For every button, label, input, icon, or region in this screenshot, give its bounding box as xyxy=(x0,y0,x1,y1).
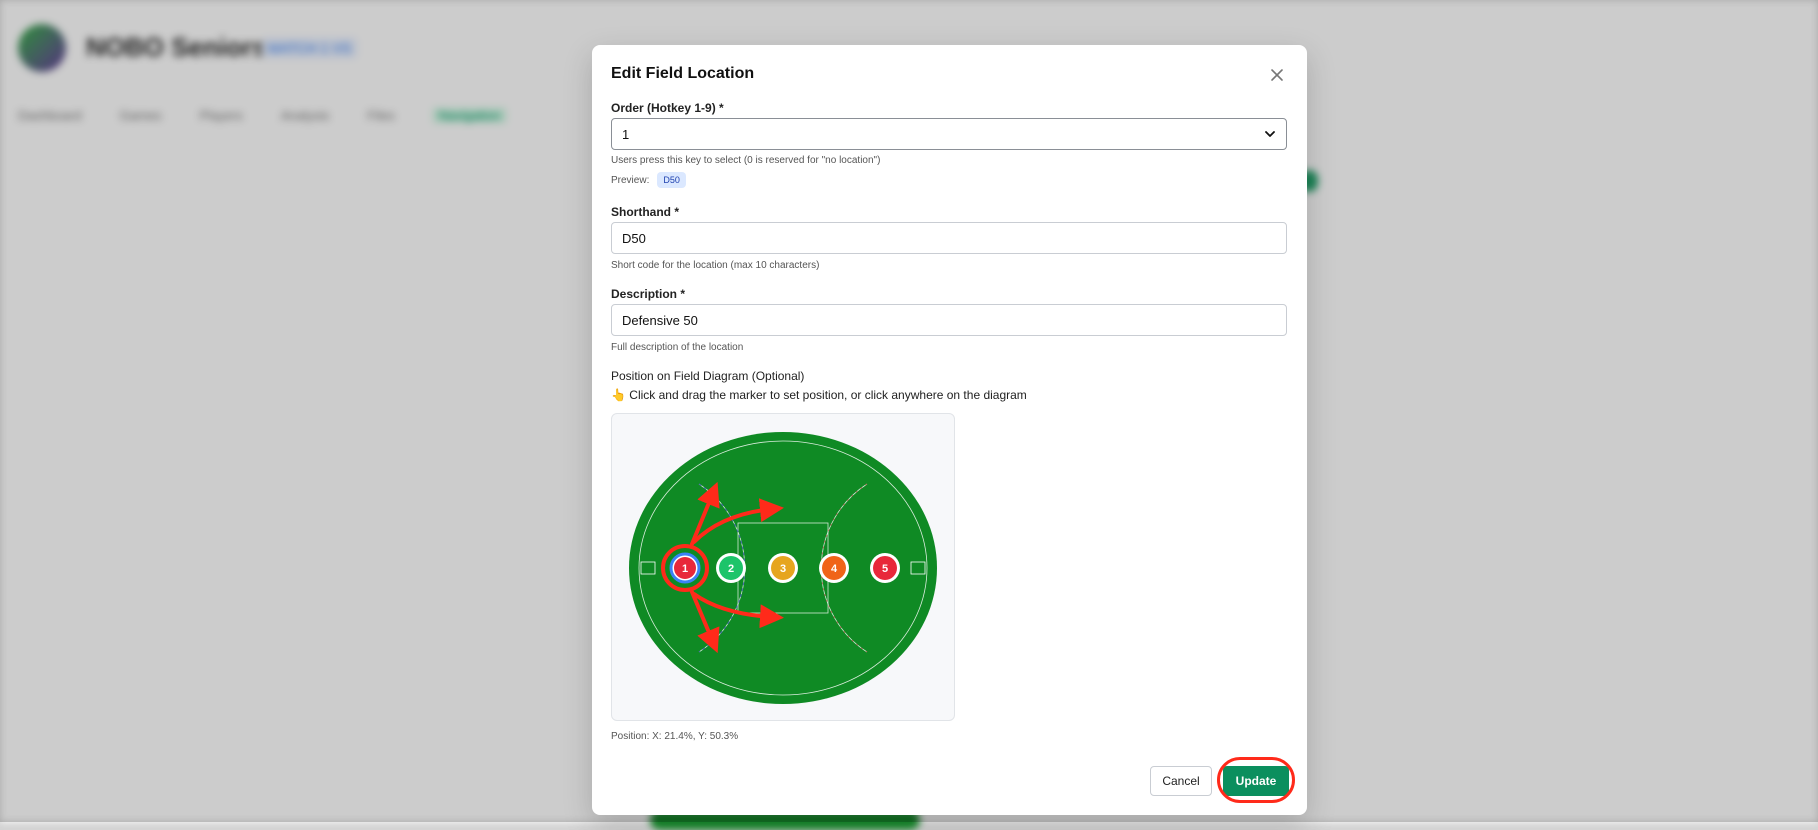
marker-label: 1 xyxy=(682,563,688,575)
order-label: Order (Hotkey 1-9) * xyxy=(611,101,724,115)
position-readout: Position: X: 21.4%, Y: 50.3% xyxy=(611,731,738,742)
order-select-value: 1 xyxy=(622,127,629,142)
close-icon xyxy=(1267,65,1287,85)
location-marker-2[interactable]: 2 xyxy=(716,553,746,583)
field-diagram-svg[interactable]: 1 2 3 4 5 xyxy=(612,414,956,722)
marker-label: 2 xyxy=(728,563,734,575)
chevron-down-icon xyxy=(1264,128,1276,140)
shorthand-input[interactable] xyxy=(611,222,1287,254)
preview-row: Preview: D50 xyxy=(611,172,686,188)
order-hint: Users press this key to select (0 is res… xyxy=(611,155,880,166)
location-marker-4[interactable]: 4 xyxy=(819,553,849,583)
location-marker-5[interactable]: 5 xyxy=(870,553,900,583)
location-marker-1[interactable]: 1 xyxy=(670,553,700,583)
modal-title: Edit Field Location xyxy=(611,65,754,83)
preview-badge: D50 xyxy=(657,172,686,188)
order-select[interactable]: 1 xyxy=(611,118,1287,150)
marker-label: 5 xyxy=(882,563,888,575)
diagram-label: Position on Field Diagram (Optional) xyxy=(611,369,804,383)
field-diagram[interactable]: 1 2 3 4 5 xyxy=(611,413,955,721)
close-button[interactable] xyxy=(1267,65,1287,85)
shorthand-label: Shorthand * xyxy=(611,205,679,219)
description-label: Description * xyxy=(611,287,685,301)
marker-label: 3 xyxy=(780,563,786,575)
diagram-instruction: 👆 Click and drag the marker to set posit… xyxy=(611,388,1027,402)
update-button[interactable]: Update xyxy=(1223,766,1289,796)
description-hint: Full description of the location xyxy=(611,342,743,353)
shorthand-hint: Short code for the location (max 10 char… xyxy=(611,260,819,271)
description-input[interactable] xyxy=(611,304,1287,336)
location-marker-3[interactable]: 3 xyxy=(768,553,798,583)
preview-label: Preview: xyxy=(611,175,649,186)
cancel-button[interactable]: Cancel xyxy=(1150,766,1212,796)
marker-label: 4 xyxy=(831,563,838,575)
edit-field-location-modal: Edit Field Location Order (Hotkey 1-9) *… xyxy=(592,45,1307,815)
